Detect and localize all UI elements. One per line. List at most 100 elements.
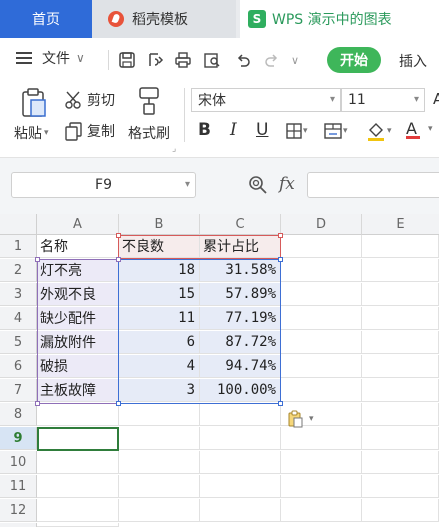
cell-d3[interactable]	[281, 283, 362, 306]
cell-b5[interactable]: 6	[119, 331, 200, 354]
save-icon[interactable]	[117, 50, 137, 70]
cell-e8[interactable]	[362, 403, 439, 426]
cell-a12[interactable]	[37, 499, 119, 522]
copy-button[interactable]: 复制	[64, 121, 115, 141]
row-header[interactable]: 1	[0, 235, 37, 258]
cell-d10[interactable]	[281, 451, 362, 474]
row-header[interactable]: 7	[0, 379, 37, 402]
paste-icon[interactable]	[20, 88, 48, 118]
tab-docer-templates[interactable]: 稻壳模板	[92, 0, 236, 38]
cell-b2[interactable]: 18	[119, 259, 200, 282]
cell-d11[interactable]	[281, 475, 362, 498]
row-header[interactable]: 6	[0, 355, 37, 378]
print-preview-icon[interactable]	[202, 50, 222, 70]
cell-e6[interactable]	[362, 355, 439, 378]
borders-button[interactable]: ▾	[285, 122, 308, 140]
cut-button[interactable]: 剪切	[64, 90, 115, 110]
cell-c5[interactable]: 87.72%	[200, 331, 281, 354]
cell-b7[interactable]: 3	[119, 379, 200, 402]
file-menu-button[interactable]: 文件 ∨	[16, 48, 85, 68]
cell-e9[interactable]	[362, 427, 439, 450]
clipboard-dialog-launcher-icon[interactable]: ⌟	[172, 144, 176, 154]
format-painter-button[interactable]: 格式刷	[128, 123, 170, 143]
cell-b12[interactable]	[119, 499, 200, 522]
export-pdf-icon[interactable]	[145, 50, 165, 70]
tab-insert[interactable]: 插入	[399, 51, 427, 71]
row-header[interactable]: 10	[0, 451, 37, 474]
cell-c4[interactable]: 77.19%	[200, 307, 281, 330]
print-icon[interactable]	[173, 50, 193, 70]
cell-a1[interactable]: 名称	[37, 235, 119, 258]
row-header[interactable]: 4	[0, 307, 37, 330]
tab-home[interactable]: 首页	[0, 0, 92, 38]
row-header[interactable]: 12	[0, 499, 37, 522]
row-header[interactable]: 13	[0, 523, 37, 527]
cell-c10[interactable]	[200, 451, 281, 474]
cell-b11[interactable]	[119, 475, 200, 498]
insert-function-button[interactable]: fx	[279, 174, 295, 194]
cell-b1[interactable]: 不良数	[119, 235, 200, 258]
cell-a7[interactable]: 主板故障	[37, 379, 119, 402]
row-header[interactable]: 11	[0, 475, 37, 498]
cell-b3[interactable]: 15	[119, 283, 200, 306]
cell-b9[interactable]	[119, 427, 200, 450]
undo-icon[interactable]	[233, 50, 253, 70]
column-header-a[interactable]: A	[37, 214, 119, 235]
cell-d9[interactable]	[281, 427, 362, 450]
cell-e7[interactable]	[362, 379, 439, 402]
paste-options-button[interactable]: ▾	[288, 410, 314, 428]
cell-a5[interactable]: 漏放附件	[37, 331, 119, 354]
formula-input[interactable]	[307, 172, 439, 198]
cell-a8[interactable]	[37, 403, 119, 426]
cell-d12[interactable]	[281, 499, 362, 522]
cell-b4[interactable]: 11	[119, 307, 200, 330]
fill-color-button[interactable]: ▾	[365, 120, 392, 142]
row-header[interactable]: 3	[0, 283, 37, 306]
column-header-b[interactable]: B	[119, 214, 200, 235]
row-header-selected[interactable]: 9	[0, 427, 37, 450]
cell-d5[interactable]	[281, 331, 362, 354]
cell-b8[interactable]	[119, 403, 200, 426]
cell-a13[interactable]	[37, 523, 119, 527]
cell-a9[interactable]	[37, 427, 119, 450]
cell-c7[interactable]: 100.00%	[200, 379, 281, 402]
cell-d2[interactable]	[281, 259, 362, 282]
bold-button[interactable]: B	[198, 120, 211, 140]
cell-a2[interactable]: 灯不亮	[37, 259, 119, 282]
cell-a11[interactable]	[37, 475, 119, 498]
name-box[interactable]: F9 ▾	[11, 172, 196, 198]
cell-c12[interactable]	[200, 499, 281, 522]
redo-icon[interactable]	[262, 50, 282, 70]
format-painter-icon[interactable]	[136, 86, 162, 116]
cell-e4[interactable]	[362, 307, 439, 330]
spreadsheet-grid[interactable]: A B C D E 1 2 3 4 5 6 7 8 9 10 11 12 13 …	[0, 214, 439, 527]
cell-d7[interactable]	[281, 379, 362, 402]
merge-cells-button[interactable]: ▾	[323, 122, 348, 140]
cell-a4[interactable]: 缺少配件	[37, 307, 119, 330]
cell-e11[interactable]	[362, 475, 439, 498]
quick-access-chevron-down-icon[interactable]: ∨	[288, 50, 302, 70]
cell-a10[interactable]	[37, 451, 119, 474]
cell-c2[interactable]: 31.58%	[200, 259, 281, 282]
tab-document[interactable]: S WPS 演示中的图表	[240, 0, 439, 38]
font-color-dropdown-icon[interactable]: ▾	[428, 124, 433, 134]
cell-e5[interactable]	[362, 331, 439, 354]
cell-e1[interactable]	[362, 235, 439, 258]
cell-c9[interactable]	[200, 427, 281, 450]
cell-c6[interactable]: 94.74%	[200, 355, 281, 378]
cell-a3[interactable]: 外观不良	[37, 283, 119, 306]
cell-d1[interactable]	[281, 235, 362, 258]
cell-e10[interactable]	[362, 451, 439, 474]
row-header[interactable]: 5	[0, 331, 37, 354]
column-header-c[interactable]: C	[200, 214, 281, 235]
tab-start[interactable]: 开始	[327, 47, 381, 73]
cell-c3[interactable]: 57.89%	[200, 283, 281, 306]
cell-b6[interactable]: 4	[119, 355, 200, 378]
cell-d6[interactable]	[281, 355, 362, 378]
cell-c11[interactable]	[200, 475, 281, 498]
column-header-d[interactable]: D	[281, 214, 362, 235]
cell-e2[interactable]	[362, 259, 439, 282]
cell-a6[interactable]: 破损	[37, 355, 119, 378]
zoom-search-icon[interactable]	[248, 175, 268, 199]
cell-c1[interactable]: 累计占比	[200, 235, 281, 258]
